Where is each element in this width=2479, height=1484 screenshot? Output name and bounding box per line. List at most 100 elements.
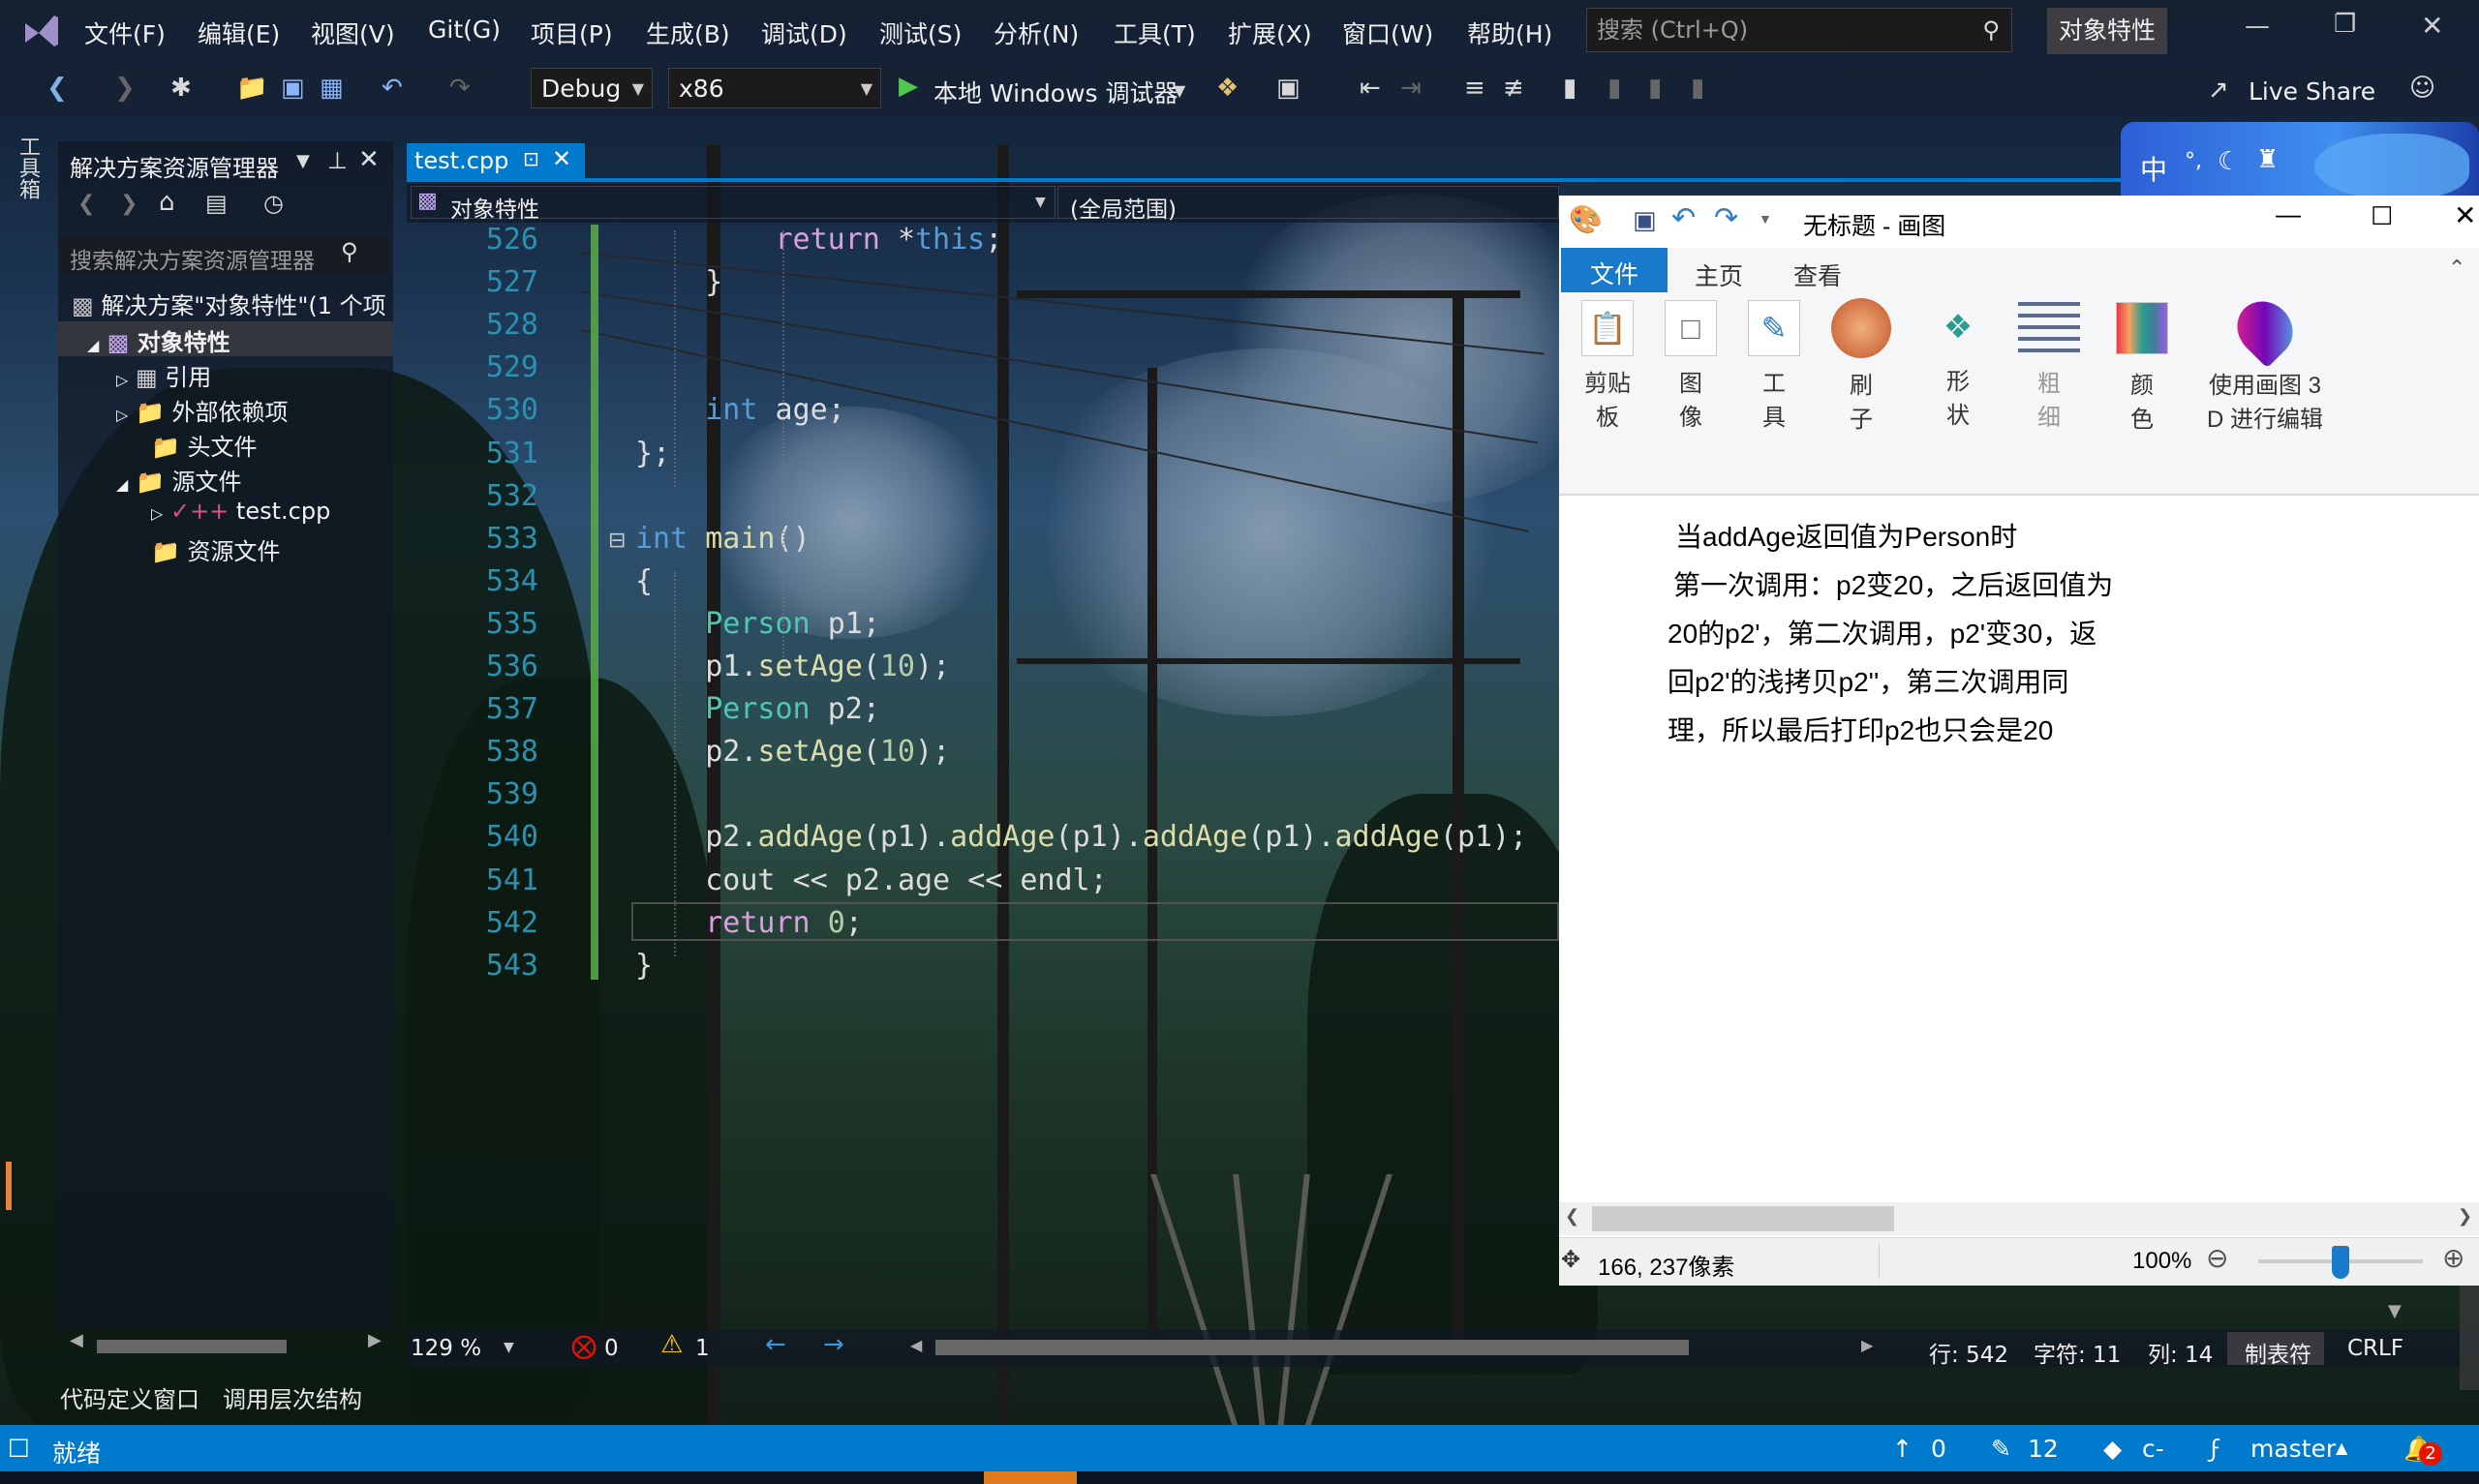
code-line[interactable]: p1.setAge(10); [635, 650, 950, 683]
maximize-icon[interactable]: ☐ [2371, 201, 2393, 231]
tree-item-external-deps[interactable]: ▷ 📁 外部依赖项 [116, 393, 288, 427]
menu-test[interactable]: 测试(S) [879, 15, 962, 50]
zoom-in-icon[interactable]: ⊕ [2442, 1242, 2464, 1274]
search-input[interactable]: 搜索 (Ctrl+Q) ⚲ [1586, 8, 2012, 52]
tree-item-test-cpp[interactable]: ▷ ✓++ test.cpp [151, 498, 330, 525]
notification-badge[interactable]: 2 [2419, 1442, 2442, 1466]
scroll-right-icon[interactable]: ❯ [2458, 1206, 2472, 1227]
pencil-icon[interactable]: ✎ [1991, 1435, 2011, 1463]
error-count[interactable]: 0 [604, 1336, 619, 1361]
close-icon[interactable]: ✕ [2421, 10, 2443, 42]
qat-dropdown-icon[interactable]: ▼ [1759, 211, 1772, 227]
scroll-left-icon[interactable]: ◀ [70, 1330, 83, 1350]
start-debug-icon[interactable]: ▶ [899, 72, 918, 101]
menu-git[interactable]: Git(G) [428, 15, 501, 44]
undo-icon[interactable]: ↶ [382, 74, 403, 103]
code-line[interactable]: Person p2; [635, 692, 880, 726]
toolbox-tab[interactable]: 工具箱 [14, 136, 43, 199]
redo-icon[interactable]: ↷ [449, 74, 471, 103]
size-button[interactable]: 粗 细 [2008, 292, 2090, 432]
menu-analyze[interactable]: 分析(N) [994, 15, 1079, 50]
start-debug-button[interactable]: 本地 Windows 调试器 [933, 75, 1178, 109]
code-area[interactable]: return *this; } int age;}; int main(){ Pe… [635, 223, 1559, 983]
nav-back-icon[interactable]: ← [765, 1330, 786, 1359]
code-line[interactable]: return *this; [635, 223, 1003, 257]
live-share-icon[interactable]: ↗ [2208, 76, 2229, 105]
outdent-icon[interactable]: ⇥ [1400, 74, 1422, 103]
live-share-button[interactable]: Live Share [2249, 77, 2375, 106]
back-icon[interactable]: ❮ [77, 192, 95, 216]
scroll-right-icon[interactable]: ▶ [368, 1330, 382, 1350]
tab-home[interactable]: 主页 [1695, 257, 1743, 292]
tab-code-definition[interactable]: 代码定义窗口 [60, 1380, 199, 1414]
menu-view[interactable]: 视图(V) [311, 15, 395, 50]
screenshot-icon[interactable]: ▣ [1276, 74, 1301, 103]
restore-icon[interactable]: ❐ [2334, 10, 2356, 39]
scroll-left-icon[interactable]: ❮ [1565, 1206, 1579, 1227]
uncomment-icon[interactable]: ≢ [1503, 74, 1524, 103]
code-line[interactable]: Person p1; [635, 607, 880, 641]
save-all-icon[interactable]: ▦ [320, 74, 344, 103]
paint-scroll-thumb[interactable] [1592, 1206, 1894, 1231]
code-line[interactable]: p2.addAge(p1).addAge(p1).addAge(p1).addA… [635, 820, 1527, 854]
code-line[interactable]: cout << p2.age << endl; [635, 863, 1107, 897]
next-bookmark-icon[interactable]: ▮ [1648, 74, 1662, 103]
save-icon[interactable]: ▣ [1633, 205, 1657, 235]
feedback-icon[interactable]: ☺ [2409, 74, 2435, 103]
platform-select[interactable]: x86 ▼ [668, 68, 881, 108]
scroll-right-icon[interactable]: ▶ [1861, 1336, 1873, 1354]
tree-project-node[interactable]: ◢ ▩ 对象特性 [87, 323, 230, 357]
error-icon[interactable]: ⨂ [571, 1332, 597, 1361]
new-project-icon[interactable]: ✱ [170, 74, 192, 103]
editor-vscroll[interactable] [2460, 1284, 2479, 1390]
code-line[interactable]: return 0; [635, 906, 863, 940]
tree-solution-node[interactable]: ▩ 解决方案"对象特性"(1 个项 [72, 287, 386, 320]
run-dropdown-icon[interactable]: ▼ [1174, 81, 1185, 100]
warning-icon[interactable]: ⚠ [660, 1330, 683, 1359]
moon-icon[interactable]: ☾ [2218, 147, 2240, 176]
tab-view[interactable]: 查看 [1793, 257, 1842, 292]
menu-window[interactable]: 窗口(W) [1342, 15, 1433, 50]
clear-bookmarks-icon[interactable]: ▮ [1691, 74, 1704, 103]
zoom-out-icon[interactable]: ⊖ [2206, 1242, 2228, 1274]
zoom-slider-thumb[interactable] [2332, 1246, 2349, 1279]
panel-menu-icon[interactable]: ▼ [296, 151, 310, 171]
tree-item-source-files[interactable]: ◢ 📁 源文件 [116, 463, 241, 497]
branch-up-icon[interactable]: ▲ [2336, 1439, 2347, 1457]
image-button[interactable]: □ 图 像 [1654, 292, 1728, 432]
scroll-down-icon[interactable]: ▼ [2388, 1301, 2402, 1321]
scroll-left-icon[interactable]: ◀ [910, 1336, 922, 1354]
redo-icon[interactable]: ↷ [1714, 201, 1738, 235]
branch-name[interactable]: master [2250, 1435, 2336, 1463]
editor-tab-test-cpp[interactable]: test.cpp ⊡ ✕ [407, 143, 585, 180]
collapse-main-icon[interactable]: ⊟ [608, 529, 626, 553]
bookmark-icon[interactable]: ▮ [1563, 74, 1576, 103]
publish-icon[interactable]: ↑ [1892, 1435, 1913, 1463]
open-folder-icon[interactable]: 📁 [236, 74, 267, 103]
menu-extensions[interactable]: 扩展(X) [1228, 15, 1312, 50]
code-line[interactable]: } [635, 949, 653, 983]
menu-build[interactable]: 生成(B) [646, 15, 730, 50]
tree-item-references[interactable]: ▷ ▦ 引用 [116, 358, 211, 392]
menu-edit[interactable]: 编辑(E) [198, 15, 280, 50]
scope-project-select[interactable]: ▩ 对象特性 ▼ [411, 186, 1056, 223]
pin-icon[interactable]: ⊡ [523, 147, 539, 170]
scroll-thumb[interactable] [97, 1340, 287, 1353]
branch-icon[interactable]: ϝ [2210, 1435, 2220, 1463]
indent-mode[interactable]: 制表符 [2227, 1332, 2324, 1368]
configuration-select[interactable]: Debug ▼ [531, 68, 653, 108]
code-line[interactable]: } [635, 265, 722, 299]
repo-name[interactable]: c- [2142, 1435, 2164, 1463]
solution-search-input[interactable]: 搜索解决方案资源管理器 ⚲ [60, 236, 389, 275]
paint-hscrollbar[interactable]: ❮ ❯ [1559, 1202, 2479, 1235]
unpublished-count[interactable]: 0 [1931, 1435, 1946, 1463]
tab-file[interactable]: 文件 [1561, 248, 1668, 292]
menu-file[interactable]: 文件(F) [84, 15, 166, 50]
undo-icon[interactable]: ↶ [1671, 201, 1696, 235]
back-icon[interactable]: ❮ [46, 74, 68, 103]
punctuation-icon[interactable]: °, [2185, 149, 2202, 173]
paint-canvas[interactable]: 当addAge返回值为Person时 第一次调用：p2变20，之后返回值为 20… [1561, 496, 2479, 1206]
indent-icon[interactable]: ⇤ [1360, 74, 1381, 103]
pin-icon[interactable]: ⊥ [327, 147, 348, 174]
colors-button[interactable]: 颜 色 [2101, 292, 2183, 434]
